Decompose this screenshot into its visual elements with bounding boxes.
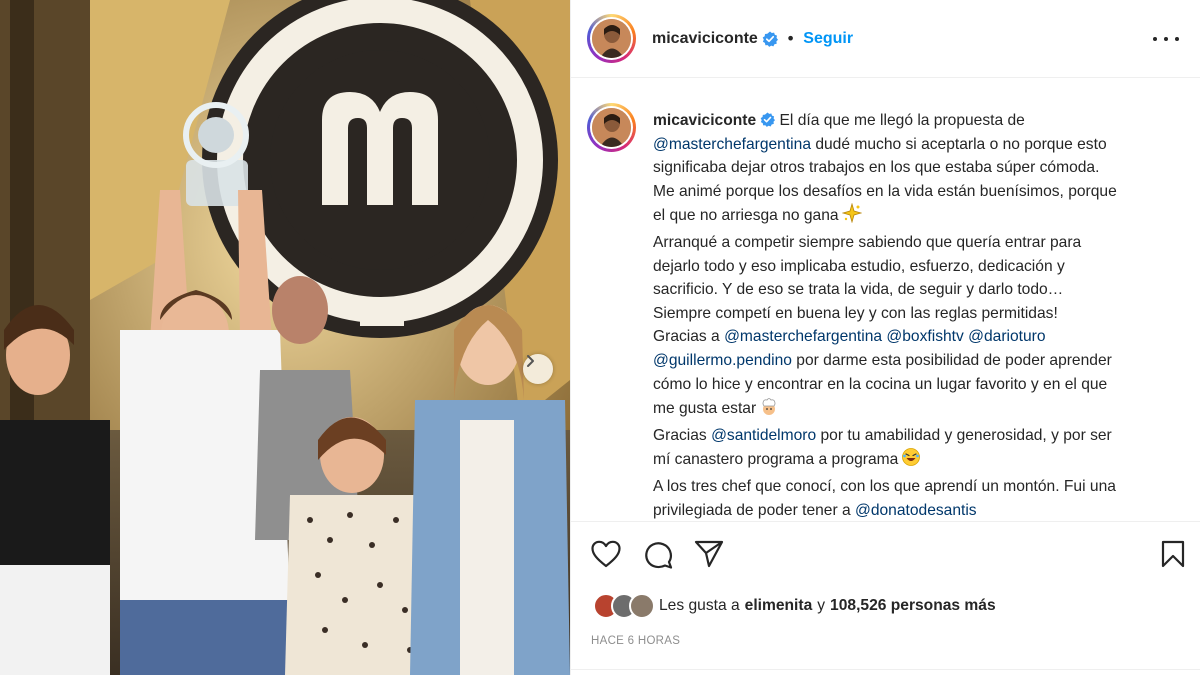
caption-line: Siempre competí en buena ley y con las r… — [653, 302, 1183, 326]
caption-line: me gusta estar — [653, 396, 1183, 424]
liker-avatars — [593, 592, 659, 620]
caption-line: Arranqué a competir siempre sabiendo que… — [653, 231, 1183, 255]
caption-text: mí canastero programa a programa — [653, 451, 899, 469]
avatar-image — [592, 108, 631, 147]
caption-line: privilegiada de poder tener a @donatodes… — [653, 499, 1183, 522]
likes-summary[interactable]: Les gusta a elimenita y 108,526 personas… — [593, 592, 996, 620]
caption-line: Me animé porque los desafíos en la vida … — [653, 180, 1183, 204]
caption-line: A los tres chef que conocí, con los que … — [653, 475, 1183, 499]
caption-line: cómo lo hice y encontrar en la cocina un… — [653, 373, 1183, 397]
likes-user[interactable]: elimenita — [745, 597, 813, 615]
header-separator: • — [785, 29, 796, 48]
caption-text: por tu amabilidad y generosidad, y por s… — [816, 426, 1112, 444]
mention-link[interactable]: @santidelmoro — [711, 427, 816, 444]
mention-link[interactable]: @masterchefargentina — [724, 328, 882, 345]
caption-line: significaba dejar otros trabajos en los … — [653, 156, 1183, 180]
caption-line: Gracias a @masterchefargentina @boxfisht… — [653, 325, 1183, 349]
mention-link[interactable]: @guillermo.pendino — [653, 352, 792, 369]
send-icon[interactable] — [694, 540, 724, 568]
heart-icon[interactable] — [591, 540, 621, 568]
mention-link[interactable]: @donatodesantis — [855, 502, 977, 519]
post-caption: micaviciconte El día que me llegó la pro… — [653, 109, 1183, 521]
post-photo-image — [0, 0, 570, 675]
divider — [571, 669, 1200, 670]
avatar — [629, 593, 655, 619]
caption-text: El día que me llegó la propuesta de — [779, 112, 1025, 129]
chevron-right-icon — [527, 355, 534, 367]
caption-text: dejarlo todo y eso implicaba estudio, es… — [653, 257, 1065, 275]
caption-line: sacrificio. Y de eso se trata la vida, d… — [653, 278, 1183, 302]
caption-text: Me animé porque los desafíos en la vida … — [653, 182, 1117, 200]
caption-avatar[interactable] — [587, 103, 636, 152]
mention-link[interactable]: @boxfishtv — [886, 328, 963, 345]
caption-text: me gusta estar — [653, 400, 757, 418]
likes-count[interactable]: 108,526 personas más — [830, 597, 996, 615]
caption-username[interactable]: micaviciconte — [653, 112, 756, 129]
avatar[interactable] — [587, 14, 636, 63]
caption-text: privilegiada de poder tener a — [653, 501, 855, 519]
more-options-icon[interactable] — [1153, 28, 1179, 50]
laughing-emoji-icon — [901, 447, 921, 475]
divider — [571, 521, 1200, 522]
likes-prefix: Les gusta a — [659, 597, 740, 614]
caption-line: @guillermo.pendino por darme esta posibi… — [653, 349, 1183, 373]
caption-text: Siempre competí en buena ley y con las r… — [653, 304, 1058, 322]
verified-badge-icon — [762, 31, 778, 47]
caption-text: por darme esta posibilidad de poder apre… — [791, 351, 1112, 369]
caption-text: significaba dejar otros trabajos en los … — [653, 159, 1100, 177]
caption-line: el que no arriesga no gana — [653, 202, 1183, 231]
caption-text: sacrificio. Y de eso se trata la vida, d… — [653, 281, 1064, 299]
chef-emoji-icon — [759, 396, 779, 424]
caption-text: Gracias — [653, 426, 712, 444]
caption-line: @masterchefargentina dudé mucho si acept… — [653, 133, 1183, 157]
caption-line: Gracias @santidelmoro por tu amabilidad … — [653, 424, 1183, 448]
caption-line: micaviciconte El día que me llegó la pro… — [653, 109, 1183, 133]
sparkle-star-icon — [841, 202, 863, 231]
post-photo[interactable] — [0, 0, 570, 675]
post-side-panel: micaviciconte • Seguir micaviciconte El … — [570, 0, 1200, 675]
post-actions — [571, 536, 1200, 578]
caption-text: el que no arriesga no gana — [653, 207, 839, 225]
mention-link[interactable]: @masterchefargentina — [653, 136, 811, 153]
post-header: micaviciconte • Seguir — [571, 0, 1200, 78]
caption-text: A los tres chef que conocí, con los que … — [653, 477, 1116, 495]
mention-link[interactable]: @darioturo — [968, 328, 1045, 345]
caption-text: Gracias a — [653, 328, 725, 346]
header-username[interactable]: micaviciconte — [652, 30, 758, 48]
bookmark-icon[interactable] — [1161, 540, 1185, 568]
carousel-next-button[interactable] — [523, 354, 553, 384]
caption-line: mí canastero programa a programa — [653, 447, 1183, 475]
caption-text: Arranqué a competir siempre sabiendo que… — [653, 233, 1082, 251]
comment-icon[interactable] — [643, 540, 673, 570]
caption-line: dejarlo todo y eso implicaba estudio, es… — [653, 255, 1183, 279]
caption-text: dudé mucho si aceptarla o no porque esto — [811, 135, 1107, 153]
post-timestamp[interactable]: HACE 6 HORAS — [591, 635, 680, 647]
verified-badge-icon — [760, 112, 776, 127]
avatar-image — [592, 19, 631, 58]
follow-button[interactable]: Seguir — [803, 30, 853, 48]
caption-text: cómo lo hice y encontrar en la cocina un… — [653, 375, 1108, 393]
caption-area: micaviciconte El día que me llegó la pro… — [571, 79, 1200, 521]
likes-connector: y — [817, 597, 826, 614]
